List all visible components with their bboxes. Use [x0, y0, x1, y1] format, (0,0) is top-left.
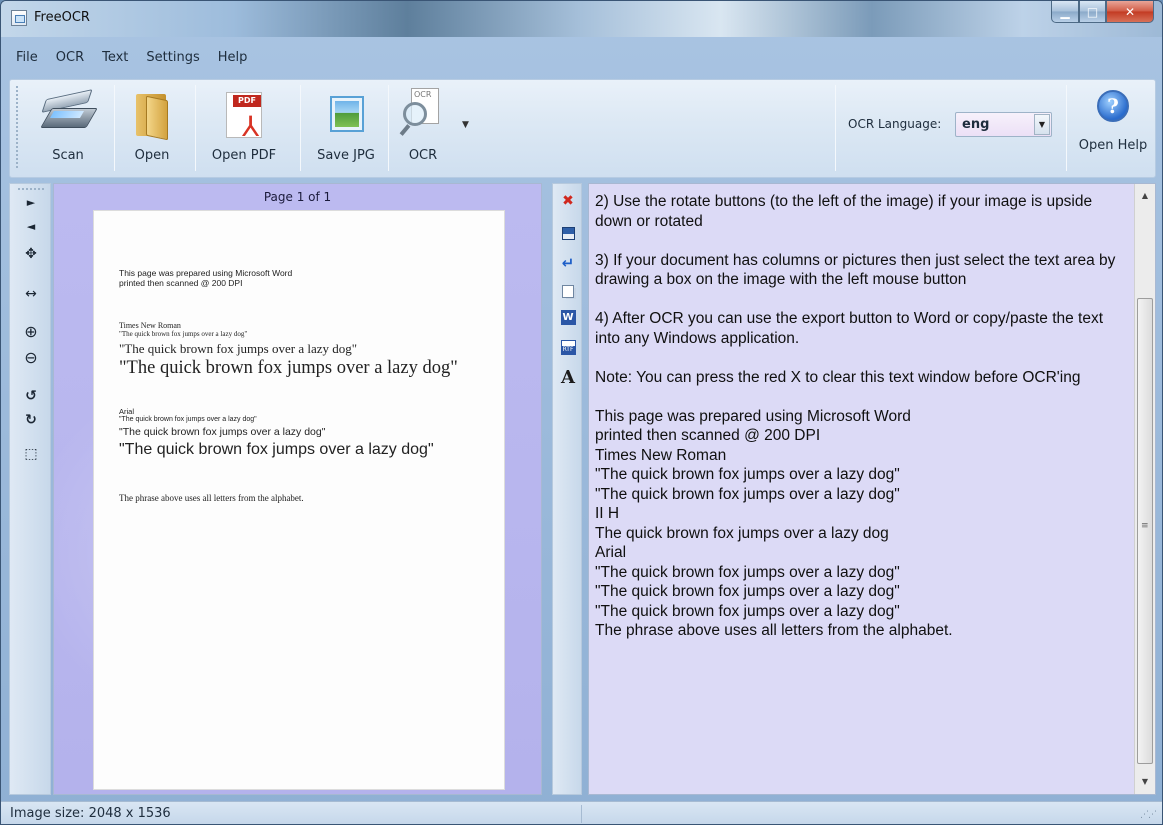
status-bar: Image size: 2048 x 1536 ⋰⋰	[1, 801, 1162, 824]
toolbar: Scan Open PDF ⅄ Open PDF Save JPG OCR OC…	[9, 79, 1156, 178]
help-icon: ?	[1085, 84, 1141, 140]
page-indicator: Page 1 of 1	[263, 190, 332, 204]
page-line: Arial	[119, 407, 135, 416]
ocr-button[interactable]: OCR OCR	[394, 84, 452, 176]
open-label: Open	[134, 148, 170, 163]
ocr-language-value: eng	[962, 117, 990, 132]
menu-file[interactable]: File	[7, 47, 47, 71]
copy-text-icon[interactable]	[558, 282, 578, 300]
minimize-icon: ▁	[1060, 4, 1070, 19]
pdf-tag: PDF	[233, 95, 261, 107]
text-tools-bar: ✖ ↵ W RTF A	[552, 183, 582, 795]
select-area-icon[interactable]: ⬚	[10, 446, 52, 468]
title-bar: FreeOCR ▁ □ ✕	[1, 1, 1162, 37]
fit-width-icon[interactable]: ↔	[10, 286, 52, 308]
ocr-magnifier-icon: OCR	[395, 84, 451, 140]
remove-linebreaks-icon[interactable]: ↵	[558, 254, 578, 272]
image-viewer[interactable]: Page 1 of 1 This page was prepared using…	[53, 183, 542, 795]
save-jpg-label: Save JPG	[317, 148, 375, 163]
menu-text[interactable]: Text	[93, 47, 137, 71]
page-line: "The quick brown fox jumps over a lazy d…	[119, 330, 248, 338]
open-pdf-button[interactable]: PDF ⅄ Open PDF	[202, 84, 286, 176]
page-line: "The quick brown fox jumps over a lazy d…	[119, 441, 434, 458]
clear-text-icon[interactable]: ✖	[558, 192, 578, 210]
ocr-text-output[interactable]: 2) Use the rotate buttons (to the left o…	[589, 184, 1134, 794]
text-scrollbar[interactable]: ▲ ≡ ▼	[1134, 184, 1155, 794]
toolbar-grip[interactable]	[16, 86, 18, 168]
rotate-left-icon[interactable]: ↺	[10, 388, 52, 410]
export-rtf-icon[interactable]: RTF	[558, 338, 578, 356]
scroll-thumb[interactable]: ≡	[1137, 298, 1153, 764]
window-controls: ▁ □ ✕	[1051, 1, 1154, 23]
prev-page-icon[interactable]: ◄	[10, 220, 52, 242]
open-button[interactable]: Open	[122, 84, 182, 176]
ocr-language-select[interactable]: eng ▼	[955, 112, 1052, 137]
scanner-icon	[40, 84, 98, 140]
rotate-right-icon[interactable]: ↻	[10, 412, 52, 434]
page-line: printed then scanned @ 200 DPI	[119, 278, 243, 288]
zoom-in-icon[interactable]: ⊕	[10, 322, 52, 344]
page-line: "The quick brown fox jumps over a lazy d…	[119, 426, 326, 438]
save-text-icon[interactable]	[558, 224, 578, 242]
next-page-icon[interactable]: ►	[10, 196, 52, 218]
open-help-button[interactable]: ? Open Help	[1073, 84, 1153, 176]
image-size-status: Image size: 2048 x 1536	[10, 806, 171, 821]
pdf-icon: PDF ⅄	[216, 84, 272, 141]
ocr-text-pane: 2) Use the rotate buttons (to the left o…	[588, 183, 1156, 795]
zoom-out-icon[interactable]: ⊖	[10, 348, 52, 370]
image-icon	[318, 84, 374, 140]
window-title: FreeOCR	[34, 10, 90, 25]
menu-bar: File OCR Text Settings Help	[7, 47, 256, 71]
ocr-label: OCR	[408, 148, 438, 163]
scanned-page[interactable]: This page was prepared using Microsoft W…	[94, 211, 504, 789]
ocr-dropdown-arrow-icon[interactable]: ▼	[462, 120, 469, 130]
page-line: "The quick brown fox jumps over a lazy d…	[119, 358, 458, 378]
minimize-button[interactable]: ▁	[1051, 1, 1079, 23]
app-icon	[11, 10, 27, 26]
close-button[interactable]: ✕	[1106, 1, 1154, 23]
maximize-button[interactable]: □	[1079, 1, 1106, 23]
export-word-icon[interactable]: W	[558, 308, 578, 326]
page-line: This page was prepared using Microsoft W…	[119, 268, 293, 278]
maximize-icon: □	[1086, 4, 1099, 19]
page-line: "The quick brown fox jumps over a lazy d…	[119, 416, 257, 423]
folder-icon	[124, 84, 180, 141]
chevron-down-icon[interactable]: ▼	[1034, 114, 1050, 135]
save-jpg-button[interactable]: Save JPG	[306, 84, 386, 176]
font-icon[interactable]: A	[558, 367, 578, 388]
resize-grip-icon[interactable]: ⋰⋰	[1140, 810, 1157, 820]
open-pdf-label: Open PDF	[211, 148, 277, 163]
page-line: Times New Roman	[119, 321, 181, 330]
freeocr-window: FreeOCR ▁ □ ✕ File OCR Text Settings Hel…	[0, 0, 1163, 825]
scan-label: Scan	[52, 148, 84, 163]
pan-icon[interactable]: ✥	[10, 246, 52, 268]
page-line: "The quick brown fox jumps over a lazy d…	[119, 341, 358, 356]
close-icon: ✕	[1124, 4, 1136, 19]
image-tools-bar: ► ◄ ✥ ↔ ⊕ ⊖ ↺ ↻ ⬚	[9, 183, 51, 795]
scroll-down-icon[interactable]: ▼	[1135, 774, 1155, 790]
menu-settings[interactable]: Settings	[137, 47, 208, 71]
menu-help[interactable]: Help	[209, 47, 257, 71]
scroll-up-icon[interactable]: ▲	[1135, 188, 1155, 204]
ocr-language-label: OCR Language:	[848, 117, 942, 131]
page-line: The phrase above uses all letters from t…	[119, 493, 304, 503]
scan-button[interactable]: Scan	[36, 84, 100, 176]
open-help-label: Open Help	[1078, 138, 1148, 153]
menu-ocr[interactable]: OCR	[47, 47, 93, 71]
